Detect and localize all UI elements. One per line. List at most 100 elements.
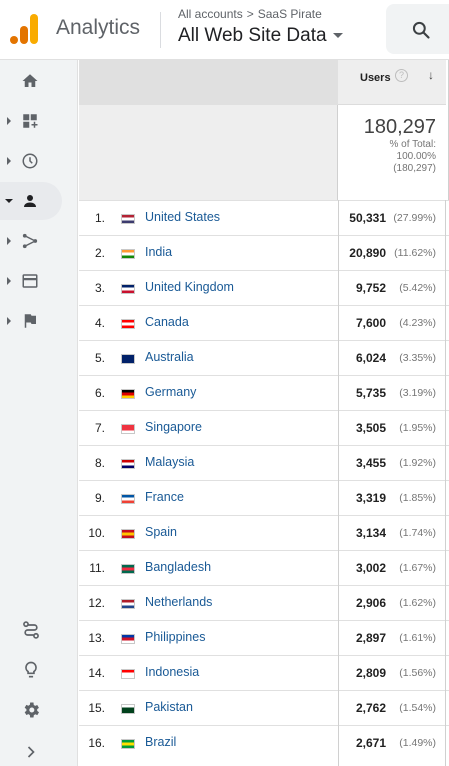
country-link[interactable]: Australia bbox=[145, 350, 194, 364]
sidebar-nav bbox=[0, 60, 78, 766]
users-percent: (3.35%) bbox=[399, 352, 436, 364]
country-link[interactable]: India bbox=[145, 245, 172, 259]
search-icon bbox=[412, 21, 430, 39]
sidebar-item-audience[interactable] bbox=[0, 182, 62, 220]
country-flag-icon bbox=[121, 529, 135, 539]
table-row: 3. United Kingdom 9,752 (5.42%) bbox=[79, 270, 449, 305]
sort-desc-icon[interactable]: ↓ bbox=[428, 68, 434, 82]
country-link[interactable]: Canada bbox=[145, 315, 189, 329]
sidebar-item-home[interactable] bbox=[0, 62, 62, 100]
breadcrumb-property[interactable]: SaaS Pirate bbox=[258, 7, 322, 21]
users-value: 6,024 bbox=[355, 351, 386, 365]
table-row: 7. Singapore 3,505 (1.95%) bbox=[79, 410, 449, 445]
users-percent: (5.42%) bbox=[399, 282, 436, 294]
collapse-arrow-icon bbox=[5, 199, 13, 203]
table-row: 2. India 20,890 (11.62%) bbox=[79, 235, 449, 270]
row-rank: 8. bbox=[94, 456, 105, 470]
sidebar-item-behavior[interactable] bbox=[0, 262, 62, 300]
users-value: 2,762 bbox=[355, 701, 386, 715]
row-rank: 4. bbox=[94, 316, 105, 330]
row-rank: 7. bbox=[94, 421, 105, 435]
row-rank: 6. bbox=[94, 386, 105, 400]
table-row: 9. France 3,319 (1.85%) bbox=[79, 480, 449, 515]
country-link[interactable]: Brazil bbox=[145, 735, 176, 749]
country-link[interactable]: Germany bbox=[145, 385, 196, 399]
country-flag-icon bbox=[121, 284, 135, 294]
users-value: 5,735 bbox=[355, 386, 386, 400]
users-percent: (1.62%) bbox=[399, 597, 436, 609]
users-value: 3,134 bbox=[355, 526, 386, 540]
country-flag-icon bbox=[121, 214, 135, 224]
users-value: 3,002 bbox=[355, 561, 386, 575]
users-percent: (1.92%) bbox=[399, 457, 436, 469]
breadcrumb[interactable]: All accounts > SaaS Pirate bbox=[178, 7, 322, 21]
users-sort-header[interactable]: Users ? ↓ bbox=[338, 60, 446, 105]
users-value: 7,600 bbox=[355, 316, 386, 330]
table-row: 10. Spain 3,134 (1.74%) bbox=[79, 515, 449, 550]
search-button[interactable] bbox=[386, 4, 449, 54]
country-link[interactable]: Singapore bbox=[145, 420, 202, 434]
admin-gear-icon[interactable] bbox=[21, 700, 41, 720]
users-percent: (1.61%) bbox=[399, 632, 436, 644]
sidebar-item-conversions[interactable] bbox=[0, 302, 62, 340]
expand-chevron-icon[interactable] bbox=[21, 742, 41, 762]
analytics-logo-icon[interactable] bbox=[10, 14, 38, 44]
table-row: 16. Brazil 2,671 (1.49%) bbox=[79, 725, 449, 760]
country-link[interactable]: Spain bbox=[145, 525, 177, 539]
users-percent: (1.85%) bbox=[399, 492, 436, 504]
realtime-icon bbox=[22, 153, 38, 169]
country-link[interactable]: Bangladesh bbox=[145, 560, 211, 574]
users-header-label: Users bbox=[360, 72, 391, 84]
table-row: 11. Bangladesh 3,002 (1.67%) bbox=[79, 550, 449, 585]
country-flag-icon bbox=[121, 564, 135, 574]
view-selector[interactable]: All Web Site Data bbox=[178, 25, 343, 47]
top-header: Analytics All accounts > SaaS Pirate All W… bbox=[0, 0, 449, 60]
country-link[interactable]: United States bbox=[145, 210, 220, 224]
expand-arrow-icon bbox=[7, 237, 11, 245]
sidebar-item-realtime[interactable] bbox=[0, 142, 62, 180]
table-body: 1. United States 50,331 (27.99%) 2. India 20,8… bbox=[79, 200, 449, 760]
table-row: 5. Australia 6,024 (3.35%) bbox=[79, 340, 449, 375]
breadcrumb-account[interactable]: All accounts bbox=[178, 7, 243, 21]
chevron-down-icon bbox=[332, 33, 343, 39]
country-link[interactable]: France bbox=[145, 490, 184, 504]
country-link[interactable]: Pakistan bbox=[145, 700, 193, 714]
users-value: 2,906 bbox=[355, 596, 386, 610]
users-percent: (1.56%) bbox=[399, 667, 436, 679]
table-row: 8. Malaysia 3,455 (1.92%) bbox=[79, 445, 449, 480]
help-icon[interactable]: ? bbox=[395, 69, 408, 82]
country-link[interactable]: Netherlands bbox=[145, 595, 212, 609]
dimension-header bbox=[79, 60, 338, 200]
row-rank: 1. bbox=[94, 211, 105, 225]
users-value: 2,809 bbox=[355, 666, 386, 680]
table-row: 6. Germany 5,735 (3.19%) bbox=[79, 375, 449, 410]
users-percent: (11.62%) bbox=[394, 247, 436, 259]
country-flag-icon bbox=[121, 424, 135, 434]
country-link[interactable]: Indonesia bbox=[145, 665, 199, 679]
row-rank: 16. bbox=[88, 736, 105, 750]
country-link[interactable]: Philippines bbox=[145, 630, 205, 644]
row-rank: 9. bbox=[94, 491, 105, 505]
country-flag-icon bbox=[121, 599, 135, 609]
row-rank: 14. bbox=[88, 666, 105, 680]
table-row: 15. Pakistan 2,762 (1.54%) bbox=[79, 690, 449, 725]
sidebar-item-acquisition[interactable] bbox=[0, 222, 62, 260]
table-row: 1. United States 50,331 (27.99%) bbox=[79, 200, 449, 235]
country-flag-icon bbox=[121, 459, 135, 469]
header-divider bbox=[160, 12, 161, 48]
row-rank: 2. bbox=[94, 246, 105, 260]
home-icon bbox=[22, 74, 38, 87]
row-rank: 13. bbox=[88, 631, 105, 645]
sidebar-item-customization[interactable] bbox=[0, 102, 62, 140]
users-percent: (1.49%) bbox=[399, 737, 436, 749]
country-link[interactable]: United Kingdom bbox=[145, 280, 234, 294]
attribution-icon[interactable] bbox=[21, 620, 41, 640]
users-column-header: Users ? ↓ 180,297 % of Total: 100.00% (1… bbox=[338, 60, 449, 200]
users-percent: (1.74%) bbox=[399, 527, 436, 539]
table-row: 4. Canada 7,600 (4.23%) bbox=[79, 305, 449, 340]
discover-icon[interactable] bbox=[21, 660, 41, 680]
country-flag-icon bbox=[121, 669, 135, 679]
users-value: 3,319 bbox=[355, 491, 386, 505]
country-link[interactable]: Malaysia bbox=[145, 455, 194, 469]
users-percent: (4.23%) bbox=[399, 317, 436, 329]
